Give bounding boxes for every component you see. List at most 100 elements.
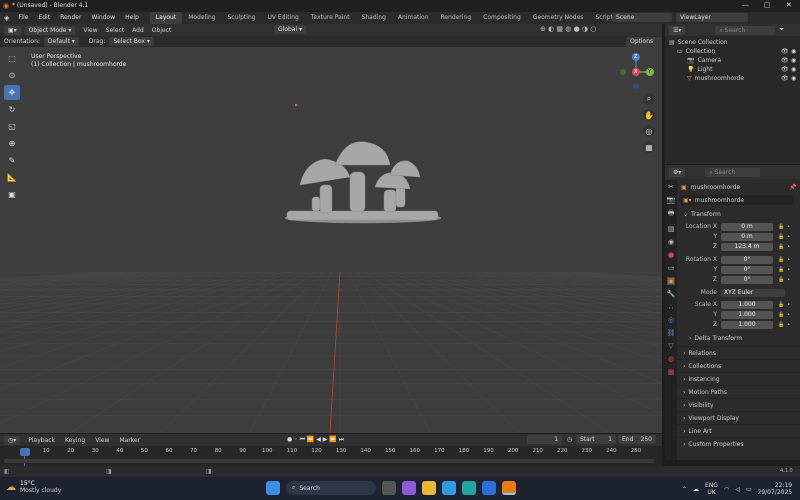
outliner-root[interactable]: ▤ Scene Collection xyxy=(669,38,796,47)
section-collections[interactable]: › Collections xyxy=(665,359,800,372)
rotation-z-field[interactable]: 0° xyxy=(721,275,773,284)
visibility-eye-icon[interactable]: 👁 xyxy=(781,75,789,82)
minimize-icon[interactable]: — xyxy=(742,1,749,9)
close-icon[interactable]: ✕ xyxy=(786,1,792,9)
grid-view-icon[interactable]: ▦ xyxy=(643,141,655,153)
outliner-editor-button[interactable]: ☰▾ xyxy=(669,25,686,35)
viewport-menu-view[interactable]: View xyxy=(83,27,97,34)
app-icon[interactable] xyxy=(482,481,496,495)
visibility-eye-icon[interactable]: 👁 xyxy=(781,57,789,64)
clock[interactable]: 22:19 29/07/2025 xyxy=(758,482,793,496)
location-x-field[interactable]: 0 m xyxy=(721,222,773,231)
workspace-tab-layout[interactable]: Layout xyxy=(149,12,183,24)
move-icon[interactable]: ✥ xyxy=(4,85,20,100)
tool-tab-icon[interactable]: ✂ xyxy=(668,183,674,191)
render-camera-icon[interactable]: ◉ xyxy=(791,57,796,64)
task-view-icon[interactable] xyxy=(382,481,396,495)
menu-render[interactable]: Render xyxy=(55,12,86,24)
onedrive-icon[interactable]: ☁ xyxy=(693,486,699,493)
timeline-menu-view[interactable]: View xyxy=(95,437,109,444)
viewport-menu-add[interactable]: Add xyxy=(132,27,144,34)
timeline-menu-playback[interactable]: Playback xyxy=(28,437,55,444)
outliner-item[interactable]: 📷 Camera 👁 ◉ xyxy=(669,56,796,65)
location-z-field[interactable]: 123.4 m xyxy=(721,242,773,251)
pin-icon[interactable]: 📌 xyxy=(789,184,796,191)
blender-menu-icon[interactable]: ◈ xyxy=(0,14,13,22)
timeline-menu-marker[interactable]: Marker xyxy=(119,437,140,444)
transform-orientation-selector[interactable]: Global ▾ xyxy=(274,25,307,34)
viewport-menu-object[interactable]: Object xyxy=(152,27,172,34)
material-tab-icon[interactable]: ◍ xyxy=(668,355,674,363)
wifi-icon[interactable]: ◠ xyxy=(724,486,729,493)
lock-icon[interactable]: 🔓 xyxy=(778,277,784,283)
world-tab-icon[interactable]: ● xyxy=(668,251,674,259)
viewport-menu-select[interactable]: Select xyxy=(106,27,125,34)
language-indicator[interactable]: ENG UK xyxy=(705,482,718,496)
keyframe-dot-icon[interactable]: • xyxy=(787,224,790,230)
keyframe-dot-icon[interactable]: • xyxy=(787,322,790,328)
workspace-tab-modeling[interactable]: Modeling xyxy=(182,12,221,24)
physics-tab-icon[interactable]: ◎ xyxy=(668,316,674,324)
scene-selector[interactable]: Scene xyxy=(612,13,672,22)
taskbar-search[interactable]: ⌕ Search xyxy=(286,481,376,495)
section-motion-paths[interactable]: › Motion Paths xyxy=(665,385,800,398)
keyframe-dot-icon[interactable]: • xyxy=(787,302,790,308)
outliner-item[interactable]: 💡 Light 👁 ◉ xyxy=(669,65,796,74)
keyframe-dot-icon[interactable]: • xyxy=(787,234,790,240)
workspace-tab-rendering[interactable]: Rendering xyxy=(435,12,478,24)
mode-selector[interactable]: Object Mode ▾ xyxy=(24,25,76,35)
playhead[interactable] xyxy=(20,448,30,456)
start-frame-field[interactable]: Start 1 xyxy=(576,435,616,444)
current-frame-field[interactable]: 1 xyxy=(527,435,562,444)
section-relations[interactable]: › Relations xyxy=(665,346,800,359)
start-button-icon[interactable] xyxy=(266,481,280,495)
overlay-icons[interactable]: ⊕ ◐ ▦ ◍ ● ◑ ○ xyxy=(540,25,596,33)
timeline-scrollbar[interactable] xyxy=(4,459,654,463)
texture-tab-icon[interactable]: ▦ xyxy=(668,368,675,376)
blender-taskbar-icon[interactable] xyxy=(502,481,516,495)
data-tab-icon[interactable]: ▽ xyxy=(668,342,673,350)
workspace-tab-uv-editing[interactable]: UV Editing xyxy=(262,12,305,24)
rotation-x-field[interactable]: 0° xyxy=(721,255,773,264)
workspace-tab-compositing[interactable]: Compositing xyxy=(477,12,527,24)
collection-tab-icon[interactable]: ▭ xyxy=(668,264,675,272)
rotation-mode-select[interactable]: XYZ Euler xyxy=(721,288,785,297)
menu-file[interactable]: File xyxy=(13,12,33,24)
lock-icon[interactable]: 🔓 xyxy=(778,267,784,273)
lock-icon[interactable]: 🔓 xyxy=(778,322,784,328)
camera-view-icon[interactable]: ◎ xyxy=(643,125,655,137)
visibility-eye-icon[interactable]: 👁 xyxy=(781,66,789,73)
end-frame-field[interactable]: End 250 xyxy=(618,435,656,444)
particles-tab-icon[interactable]: ∴ xyxy=(669,303,673,311)
section-instancing[interactable]: › Instancing xyxy=(665,372,800,385)
pan-hand-icon[interactable]: ✋ xyxy=(643,109,655,121)
store-icon[interactable] xyxy=(442,481,456,495)
battery-icon[interactable]: ▭ xyxy=(746,486,752,493)
drag-selector[interactable]: Select Box ▾ xyxy=(109,37,154,46)
visibility-eye-icon[interactable]: 👁 xyxy=(781,48,789,55)
add-cube-icon[interactable]: ▣ xyxy=(4,187,20,202)
edge-icon[interactable] xyxy=(462,481,476,495)
scale-y-field[interactable]: 1.000 xyxy=(721,310,773,319)
lock-icon[interactable]: 🔓 xyxy=(778,224,784,230)
keyframe-dot-icon[interactable]: • xyxy=(787,277,790,283)
view-layer-tab-icon[interactable]: ▧ xyxy=(668,225,675,233)
cursor-icon[interactable]: ⊙ xyxy=(4,68,20,83)
scene-tab-icon[interactable]: ◉ xyxy=(668,238,674,246)
workspace-tab-animation[interactable]: Animation xyxy=(392,12,435,24)
properties-editor-button[interactable]: ⚙▾ xyxy=(669,167,686,177)
select-box-icon[interactable]: ⬚ xyxy=(4,51,20,66)
lock-icon[interactable]: 🔓 xyxy=(778,244,784,250)
outliner-item[interactable]: ▽ mushroomhorde 👁 ◉ xyxy=(669,74,796,83)
playback-controls[interactable]: ● ◦ ⏮ ⏪ ◀ ▶ ⏩ ⏭ xyxy=(287,436,344,444)
navigation-gizmo[interactable]: X Y Z xyxy=(620,52,658,90)
delta-transform-header[interactable]: › Delta Transform xyxy=(689,335,800,342)
menu-window[interactable]: Window xyxy=(86,12,120,24)
orientation-selector[interactable]: Default ▾ xyxy=(43,37,79,46)
object-name-field[interactable]: ▣▾ mushroomhorde xyxy=(681,195,793,205)
editor-type-button[interactable]: ▣▾ xyxy=(4,25,21,35)
tray-chevron-icon[interactable]: ⌃ xyxy=(682,486,687,493)
volume-icon[interactable]: ◁ xyxy=(735,486,740,493)
measure-icon[interactable]: 📐 xyxy=(4,170,20,185)
keyframe-dot-icon[interactable]: • xyxy=(787,244,790,250)
